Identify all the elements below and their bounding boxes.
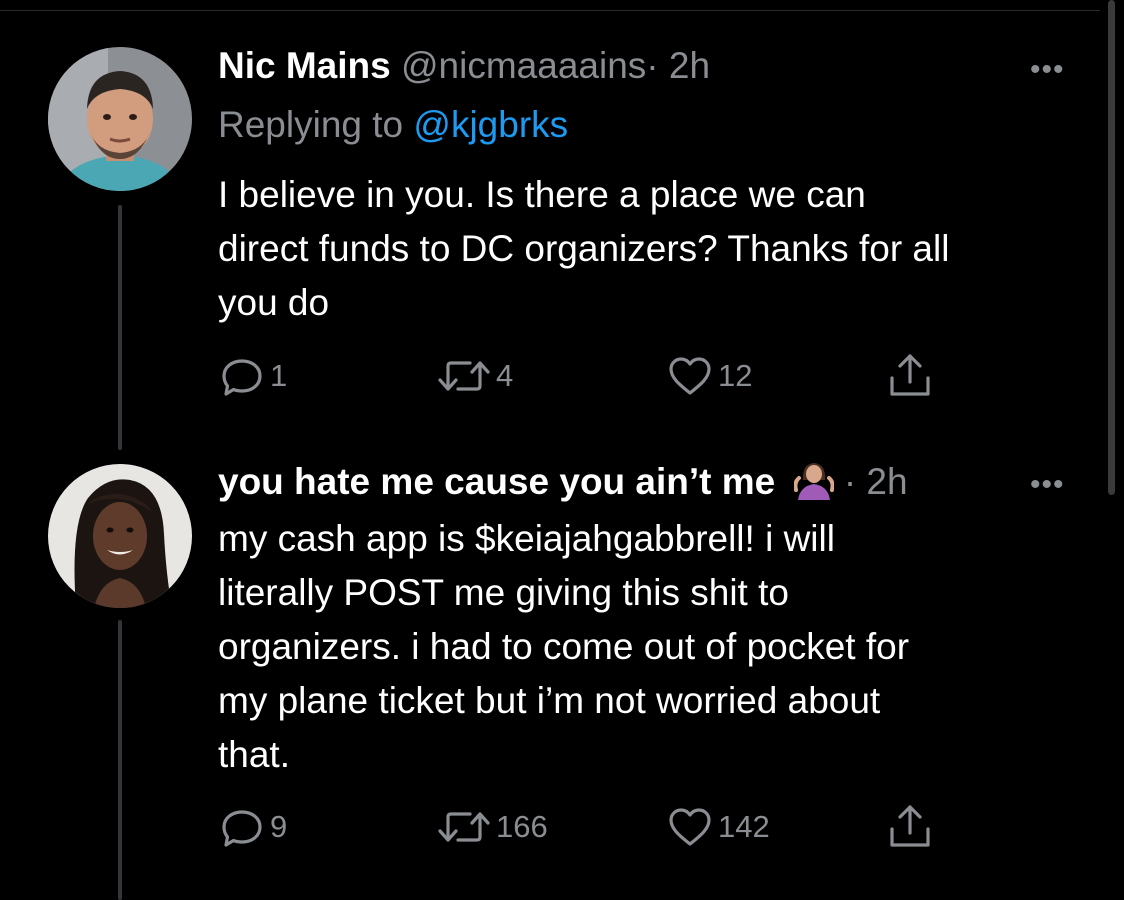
reply-button[interactable]: 9 [218,803,287,851]
reply-icon [222,359,262,396]
tweet-header: Nic Mains @nicmaaaains· 2h [218,44,710,88]
scrollbar[interactable] [1108,0,1115,495]
replying-mention-link[interactable]: @kjgbrks [413,104,568,145]
thread-line [118,620,122,900]
retweet-count: 166 [496,809,548,844]
retweet-button[interactable]: 166 [436,803,548,851]
tweet-1[interactable]: Nic Mains @nicmaaaains· 2h ••• Replying … [0,0,1100,450]
tweet-text: my cash app is $keiajahgabbrell! i will … [218,518,910,775]
display-name[interactable]: Nic Mains [218,45,391,86]
retweet-button[interactable]: 4 [436,352,513,400]
share-icon [890,354,930,396]
retweet-count: 4 [496,358,514,393]
avatar[interactable] [48,47,192,191]
reply-count: 9 [270,809,288,844]
thread-line [118,205,122,450]
tweet-header: you hate me cause you ain’t me · 2h [218,460,908,510]
avatar[interactable] [48,464,192,608]
reply-icon [222,810,262,847]
reply-count: 1 [270,358,288,393]
tweet-2[interactable]: you hate me cause you ain’t me · 2h ••• … [0,440,1100,900]
more-options-icon[interactable]: ••• [1030,470,1065,500]
share-button[interactable] [886,352,934,400]
share-icon [890,805,930,847]
like-button[interactable]: 142 [666,803,770,851]
like-button[interactable]: 12 [666,352,752,400]
separator-dot: · [646,45,659,86]
action-bar: 9 166 142 [218,803,978,851]
avatar-photo-man [48,47,192,191]
avatar-photo-woman [48,464,192,608]
timestamp[interactable]: 2h [866,461,907,502]
like-count: 142 [718,809,770,844]
replying-to: Replying to @kjgbrks [218,103,568,147]
retweet-icon [438,361,490,391]
display-name[interactable]: you hate me cause you ain’t me [218,461,775,502]
replying-prefix: Replying to [218,104,414,145]
user-handle[interactable]: @nicmaaaains [401,45,646,86]
heart-icon [669,808,711,846]
action-bar: 1 4 12 [218,352,978,400]
more-options-icon[interactable]: ••• [1030,55,1065,85]
tweet-text: I believe in you. Is there a place we ca… [218,174,950,323]
like-count: 12 [718,358,753,393]
timestamp[interactable]: 2h [669,45,710,86]
heart-icon [669,357,711,395]
separator-dot: · [843,461,857,502]
person-shrugging-emoji-icon [792,460,835,510]
reply-button[interactable]: 1 [218,352,287,400]
retweet-icon [438,812,490,842]
share-button[interactable] [886,803,934,851]
